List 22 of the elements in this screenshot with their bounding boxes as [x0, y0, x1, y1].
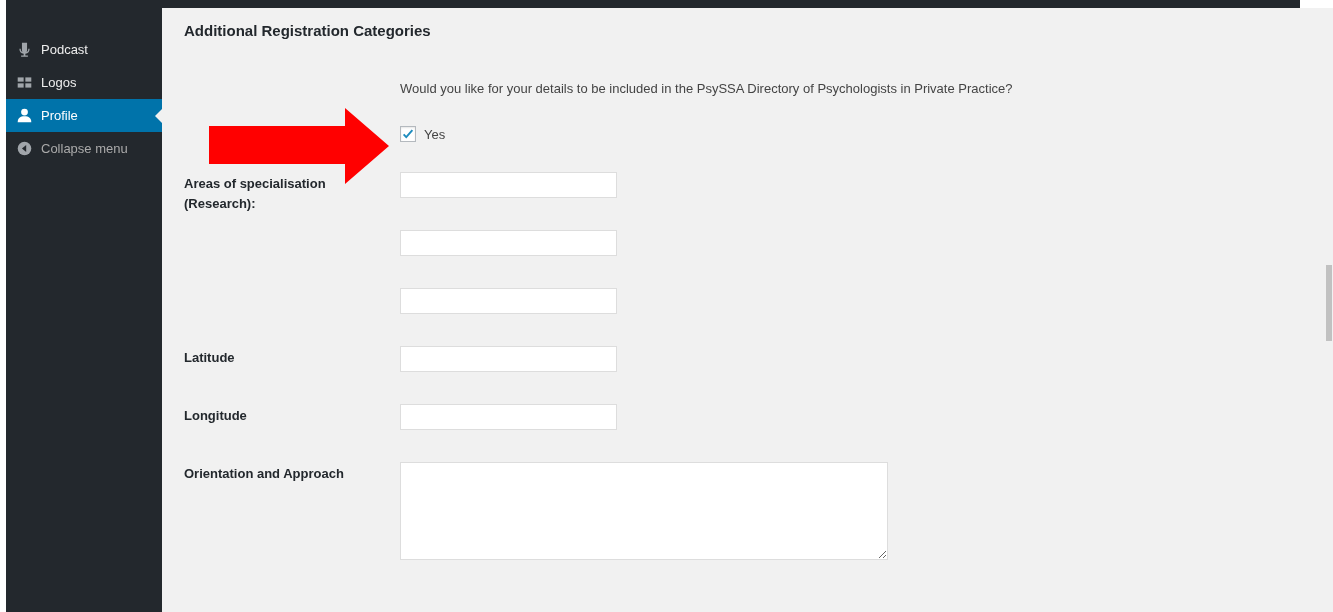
- collapse-icon: [16, 140, 33, 157]
- sidebar-menu-item[interactable]: Collapse menu: [6, 132, 162, 165]
- user-icon: [16, 107, 33, 124]
- field-label: Latitude: [184, 349, 236, 367]
- question-text: Would you like for your details to be included in the PsySSA Directory of Psychologists in Private Practice?: [400, 81, 1013, 96]
- text-field[interactable]: [400, 172, 617, 198]
- sidebar-menu-item[interactable]: Podcast: [6, 33, 162, 66]
- checkbox-label: Yes: [424, 126, 446, 142]
- text-area[interactable]: [400, 462, 888, 560]
- grid-icon: [16, 74, 33, 91]
- text-field[interactable]: [400, 346, 617, 372]
- scrollbar-thumb[interactable]: [1326, 265, 1332, 341]
- field-label: Longitude: [184, 407, 248, 425]
- text-field[interactable]: [400, 288, 617, 314]
- sidebar-menu-item[interactable]: Profile: [6, 99, 162, 132]
- field-label: Areas of specialisation (Research):: [184, 175, 327, 213]
- text-field[interactable]: [400, 404, 617, 430]
- field-label: Orientation and Approach: [184, 465, 344, 483]
- text-field[interactable]: [400, 230, 617, 256]
- sidebar-menu-item[interactable]: Logos: [6, 66, 162, 99]
- section-title: Additional Registration Categories: [184, 22, 432, 39]
- checkbox[interactable]: [400, 126, 416, 142]
